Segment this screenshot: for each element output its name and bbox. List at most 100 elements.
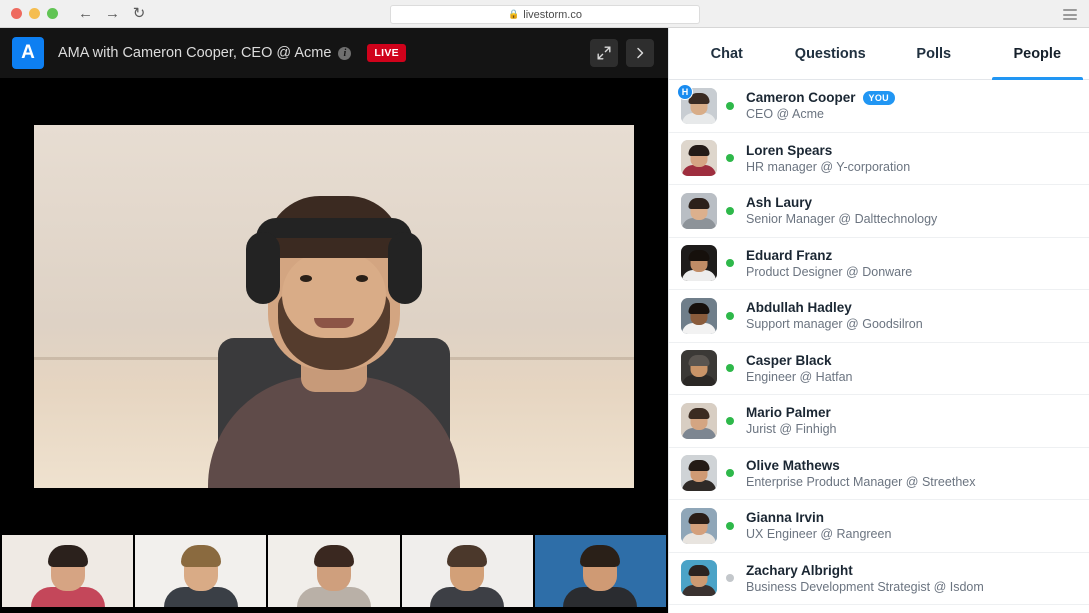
list-item[interactable]: Ash Laury Senior Manager @ Dalttechnology: [669, 185, 1089, 238]
list-item[interactable]: H Cameron Cooper YOU CEO @ Acme: [669, 80, 1089, 133]
avatar-wrapper: [681, 297, 717, 334]
person-info: Ash Laury Senior Manager @ Dalttechnology: [746, 195, 937, 226]
host-badge: H: [677, 83, 693, 100]
person-info: Loren Spears HR manager @ Y-corporation: [746, 143, 910, 174]
person-name-row: Eduard Franz: [746, 248, 912, 263]
person-name-row: Loren Spears: [746, 143, 910, 158]
avatar-wrapper: [681, 507, 717, 544]
person-role: CEO @ Acme: [746, 107, 824, 122]
hamburger-menu-icon[interactable]: [1063, 9, 1077, 20]
person-role: Jurist @ Finhigh: [746, 422, 837, 437]
browser-nav-buttons: ← → ↻: [58, 6, 146, 21]
person-name-row: Casper Black: [746, 353, 853, 368]
list-item[interactable]: Eduard Franz Product Designer @ Donware: [669, 238, 1089, 290]
people-list[interactable]: H Cameron Cooper YOU CEO @ Acme Loren Spears…: [669, 80, 1089, 613]
thumbnail-participant-3[interactable]: [268, 535, 400, 607]
video-speaker-mouth: [314, 318, 354, 328]
person-info: Gianna Irvin UX Engineer @ Rangreen: [746, 510, 891, 541]
tab-people[interactable]: People: [986, 28, 1089, 80]
avatar-wrapper: [681, 560, 717, 597]
person-info: Eduard Franz Product Designer @ Donware: [746, 248, 912, 279]
tab-label: Chat: [710, 45, 743, 62]
avatar-wrapper: [681, 192, 717, 229]
avatar-wrapper: [681, 245, 717, 282]
person-role: Enterprise Product Manager @ Streethex: [746, 474, 976, 489]
status-dot: [726, 311, 734, 320]
avatar-hair: [688, 197, 710, 209]
list-item[interactable]: Olive Mathews Enterprise Product Manager …: [669, 448, 1089, 500]
thumbnail-participant-2[interactable]: [135, 535, 267, 607]
person-name-row: Ash Laury: [746, 195, 937, 210]
browser-chrome: ← → ↻ 🔒 livestorm.co: [0, 0, 1089, 28]
tab-questions[interactable]: Questions: [779, 28, 883, 79]
address-bar[interactable]: 🔒 livestorm.co: [390, 5, 700, 24]
list-item[interactable]: Gianna Irvin UX Engineer @ Rangreen: [669, 500, 1089, 553]
person-name: Casper Black: [746, 352, 832, 368]
window-traffic-lights: [0, 8, 58, 19]
you-badge: YOU: [862, 90, 895, 105]
avatar-hair: [688, 355, 710, 367]
main-speaker-video[interactable]: [34, 125, 634, 488]
avatar: [681, 140, 717, 177]
person-role: Senior Manager @ Dalttechnology: [746, 212, 938, 227]
person-name: Cameron Cooper: [746, 90, 856, 106]
collapse-panel-button[interactable]: [626, 39, 654, 67]
tab-polls[interactable]: Polls: [882, 28, 986, 79]
status-dot: [726, 521, 734, 530]
page-body: A AMA with Cameron Cooper, CEO @ Acme i …: [0, 28, 1089, 613]
person-name: Mario Palmer: [746, 405, 831, 421]
person-role: Product Designer @ Donware: [746, 264, 913, 279]
avatar-hair: [688, 460, 710, 472]
avatar-hair: [688, 145, 710, 157]
list-item[interactable]: Loren Spears HR manager @ Y-corporation: [669, 133, 1089, 185]
list-item[interactable]: Mario Palmer Jurist @ Finhigh: [669, 395, 1089, 448]
maximize-window-button[interactable]: [47, 8, 58, 19]
live-badge: LIVE: [367, 44, 406, 62]
tab-chat[interactable]: Chat: [675, 28, 779, 79]
side-panel: Chat Questions Polls People H Cameron Cooper…: [668, 28, 1089, 613]
avatar: [681, 455, 717, 492]
thumbnail-participant-4[interactable]: [401, 535, 533, 607]
video-headphone-cup-left: [246, 232, 280, 304]
status-dot: [726, 364, 734, 373]
minimize-window-button[interactable]: [29, 8, 40, 19]
session-title: AMA with Cameron Cooper, CEO @ Acme: [58, 45, 332, 61]
forward-icon[interactable]: →: [105, 6, 120, 21]
stage-header: A AMA with Cameron Cooper, CEO @ Acme i …: [0, 28, 668, 78]
person-name-row: Cameron Cooper YOU: [746, 90, 895, 105]
person-info: Olive Mathews Enterprise Product Manager …: [746, 458, 975, 489]
person-role: HR manager @ Y-corporation: [746, 159, 911, 174]
avatar-hair: [688, 565, 710, 577]
avatar-wrapper: H: [677, 83, 717, 124]
person-name-row: Abdullah Hadley: [746, 300, 923, 315]
info-icon[interactable]: i: [338, 46, 352, 60]
avatar-wrapper: [681, 455, 717, 492]
person-name: Zachary Albright: [746, 562, 853, 578]
thumbnail-participant-1[interactable]: [2, 535, 134, 607]
person-name: Loren Spears: [746, 142, 833, 158]
status-dot: [726, 259, 734, 268]
event-logo: A: [12, 37, 44, 69]
person-info: Casper Black Engineer @ Hatfan: [746, 353, 853, 384]
tab-label: People: [1013, 45, 1062, 62]
video-stage: A AMA with Cameron Cooper, CEO @ Acme i …: [0, 28, 668, 613]
avatar: [681, 192, 717, 229]
list-item[interactable]: Casper Black Engineer @ Hatfan: [669, 343, 1089, 395]
person-name-row: Gianna Irvin: [746, 510, 891, 525]
person-name-row: Zachary Albright: [746, 563, 984, 578]
thumbnail-participant-5[interactable]: [534, 535, 667, 607]
reload-icon[interactable]: ↻: [132, 6, 146, 21]
list-item[interactable]: Leah Stevens: [669, 605, 1089, 613]
list-item[interactable]: Zachary Albright Business Development Str…: [669, 553, 1089, 605]
expand-button[interactable]: [590, 39, 618, 67]
person-role: UX Engineer @ Rangreen: [746, 527, 892, 542]
avatar: [681, 297, 717, 334]
lock-icon: 🔒: [508, 9, 520, 19]
person-role: Business Development Strategist @ Isdom: [746, 579, 984, 594]
video-speaker-eye-left: [300, 275, 312, 282]
status-dot: [726, 206, 734, 215]
close-window-button[interactable]: [11, 8, 22, 19]
back-icon[interactable]: ←: [78, 6, 93, 21]
list-item[interactable]: Abdullah Hadley Support manager @ Goodsil…: [669, 290, 1089, 343]
panel-tabs: Chat Questions Polls People: [669, 28, 1089, 80]
